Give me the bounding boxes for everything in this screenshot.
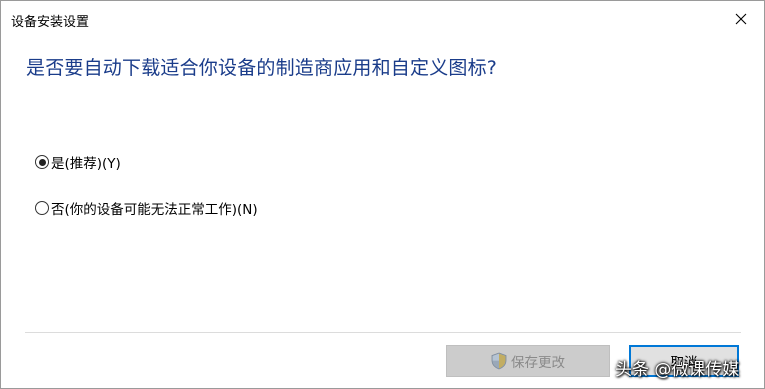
close-icon (735, 13, 747, 25)
radio-unselected-icon (35, 201, 49, 215)
device-installation-settings-dialog: 设备安装设置 是否要自动下载适合你设备的制造商应用和自定义图标? 是(推荐)(Y… (0, 0, 765, 389)
option-no-radio[interactable]: 否(你的设备可能无法正常工作)(N) (35, 198, 258, 218)
watermark: 头条 @微课传媒 (615, 360, 740, 380)
save-changes-label: 保存更改 (511, 355, 565, 371)
option-yes-radio[interactable]: 是(推荐)(Y) (35, 152, 121, 172)
uac-shield-icon (491, 352, 507, 370)
window-title: 设备安装设置 (11, 15, 90, 30)
footer-divider (25, 332, 741, 333)
radio-selected-icon (35, 155, 49, 169)
prompt-heading: 是否要自动下载适合你设备的制造商应用和自定义图标? (26, 57, 498, 79)
title-bar: 设备安装设置 (1, 1, 764, 37)
option-no-label: 否(你的设备可能无法正常工作)(N) (51, 202, 258, 218)
option-yes-label: 是(推荐)(Y) (51, 156, 121, 172)
close-button[interactable] (718, 1, 764, 37)
save-changes-button[interactable]: 保存更改 (446, 345, 610, 377)
